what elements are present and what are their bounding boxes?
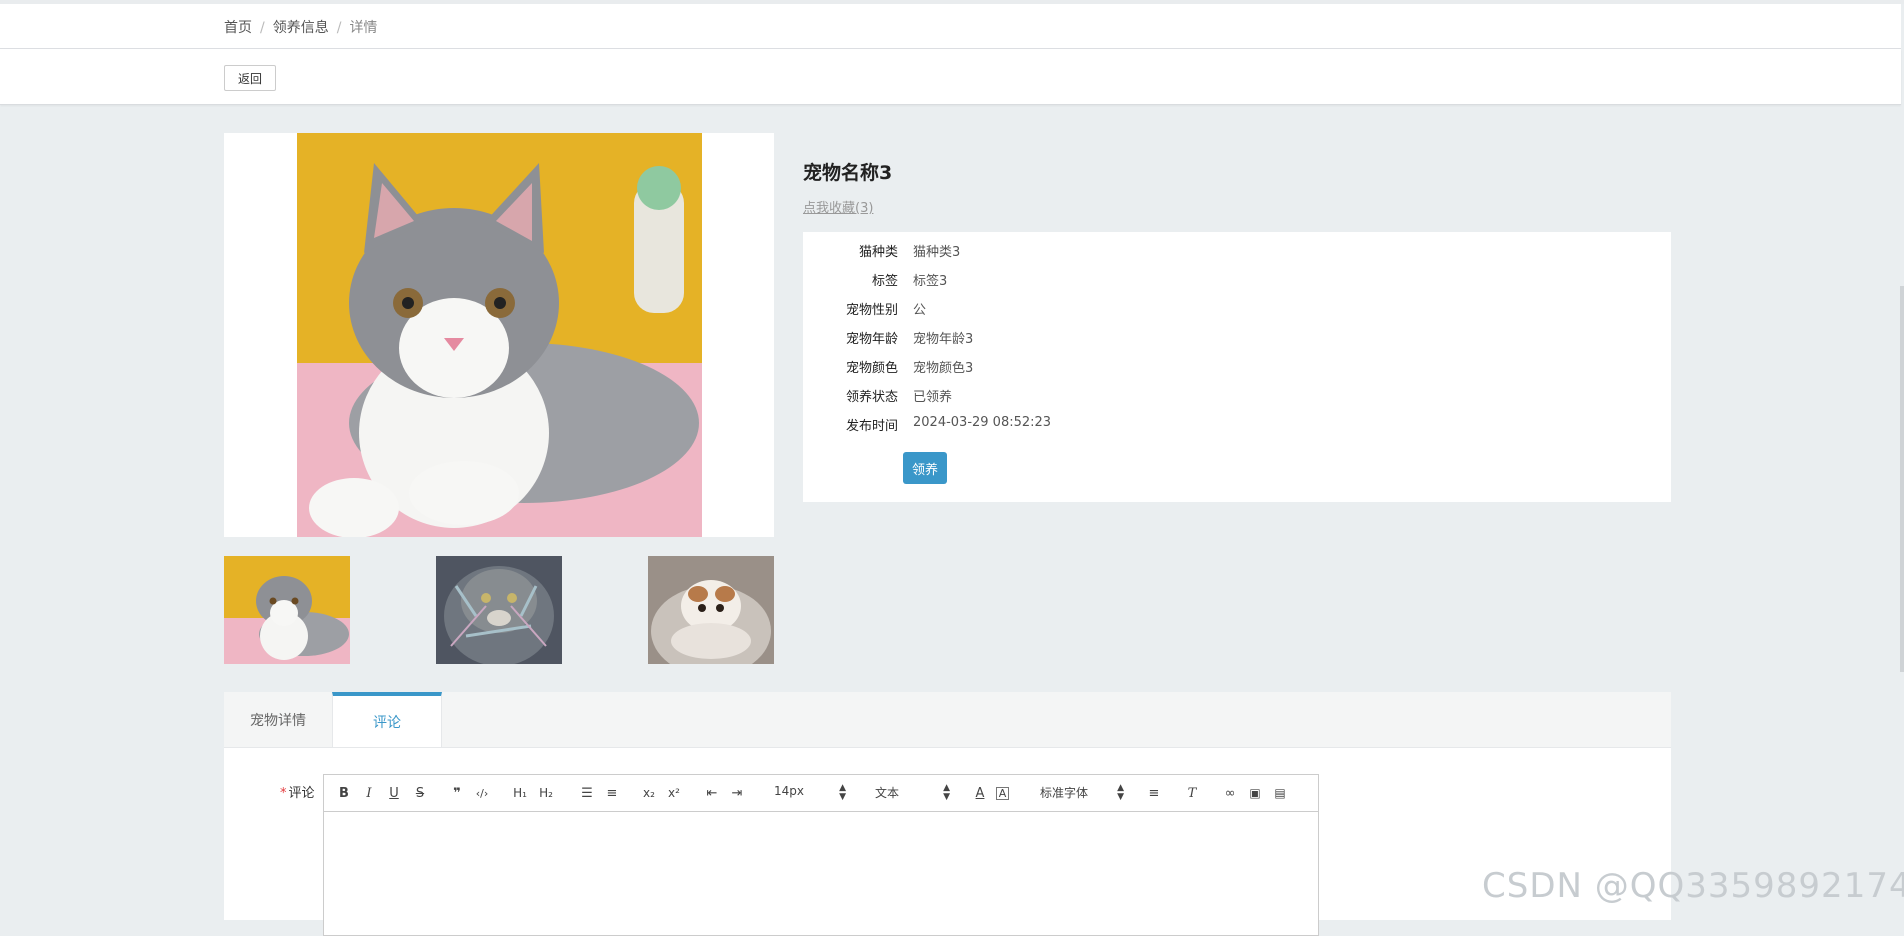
breadcrumb-home[interactable]: 首页: [224, 20, 252, 36]
blockquote-icon[interactable]: ❞: [448, 784, 466, 802]
info-label: 宠物年龄: [845, 332, 898, 347]
breadcrumb-adoption-info[interactable]: 领养信息: [273, 20, 329, 36]
subscript-icon[interactable]: x₂: [640, 784, 658, 802]
bullet-list-icon[interactable]: ≡: [603, 784, 621, 802]
picker-arrows-icon: ▲ ▼: [1117, 783, 1124, 802]
thumbnail-1[interactable]: [224, 556, 350, 664]
info-value: 2024-03-29 08:52:23: [913, 415, 1052, 430]
font-size-value: 14px: [774, 784, 804, 798]
favorite-link[interactable]: 点我收藏(3): [803, 197, 873, 216]
editor-toolbar: B I U S ❞ ‹/› H₁ H₂ ☰ ≡ x₂ x² ⇤ ⇥ 14px ▲…: [324, 775, 1318, 812]
font-family-value: 标准字体: [1040, 786, 1089, 800]
info-label: 领养状态: [845, 390, 898, 405]
superscript-icon[interactable]: x²: [665, 784, 683, 802]
main-pet-image: [224, 133, 774, 537]
info-row-breed: 猫种类 猫种类3: [803, 241, 1671, 261]
font-family-picker[interactable]: 标准字体 ▲ ▼: [1040, 784, 1124, 802]
info-row-publish-time: 发布时间 2024-03-29 08:52:23: [803, 415, 1671, 435]
thumbnail-3[interactable]: [648, 556, 774, 664]
thumbnail-2[interactable]: [436, 556, 562, 664]
picker-arrows-icon: ▲ ▼: [839, 783, 846, 802]
info-value: 宠物年龄3: [913, 332, 974, 347]
code-block-icon[interactable]: ‹/›: [473, 784, 491, 802]
outdent-icon[interactable]: ⇤: [703, 784, 721, 802]
header-value: 文本: [875, 786, 900, 800]
info-value: 公: [913, 303, 927, 318]
info-value: 宠物颜色3: [913, 361, 974, 376]
detail-tabs: 宠物详情 评论: [224, 692, 1671, 748]
pet-title: 宠物名称3: [803, 162, 893, 184]
required-mark: *: [280, 786, 287, 801]
rich-text-editor: B I U S ❞ ‹/› H₁ H₂ ☰ ≡ x₂ x² ⇤ ⇥ 14px ▲…: [323, 774, 1319, 936]
editor-content-area[interactable]: [324, 812, 1318, 935]
picker-arrows-icon: ▲ ▼: [943, 783, 950, 802]
persian-kitten-icon: [648, 556, 774, 664]
tab-pet-details[interactable]: 宠物详情: [224, 692, 332, 747]
info-label: 宠物性别: [845, 303, 898, 318]
indent-icon[interactable]: ⇥: [728, 784, 746, 802]
header1-icon[interactable]: H₁: [510, 784, 530, 802]
comment-label: * 评论: [280, 782, 315, 801]
breadcrumb: 首页 / 领养信息 / 详情: [224, 17, 377, 37]
adopt-button[interactable]: 领养: [903, 452, 947, 484]
breadcrumb-current: 详情: [349, 20, 378, 36]
tab-comments[interactable]: 评论: [332, 692, 442, 747]
back-button[interactable]: 返回: [224, 65, 276, 91]
font-color-icon[interactable]: A: [971, 784, 989, 802]
info-row-color: 宠物颜色 宠物颜色3: [803, 357, 1671, 377]
header-picker[interactable]: 文本 ▲ ▼: [875, 784, 950, 802]
info-value: 猫种类3: [913, 245, 961, 260]
page-scrollbar[interactable]: [1900, 286, 1904, 672]
comment-panel: * 评论 B I U S ❞ ‹/› H₁ H₂ ☰ ≡ x₂ x² ⇤ ⇥ 14…: [224, 748, 1671, 936]
info-row-status: 领养状态 已领养: [803, 386, 1671, 406]
info-value: 标签3: [913, 274, 948, 289]
header2-icon[interactable]: H₂: [536, 784, 556, 802]
info-row-age: 宠物年龄 宠物年龄3: [803, 328, 1671, 348]
breadcrumb-separator: /: [336, 20, 342, 36]
bold-icon[interactable]: B: [335, 784, 353, 802]
background-color-icon[interactable]: A: [996, 787, 1009, 800]
link-icon[interactable]: ∞: [1221, 784, 1239, 802]
info-row-gender: 宠物性别 公: [803, 299, 1671, 319]
info-label: 宠物颜色: [845, 361, 898, 376]
breadcrumb-separator: /: [260, 20, 265, 36]
strike-icon[interactable]: S: [411, 784, 429, 802]
align-icon[interactable]: ≡: [1145, 784, 1163, 802]
font-size-picker[interactable]: 14px ▲ ▼: [774, 784, 846, 802]
ordered-list-icon[interactable]: ☰: [578, 784, 596, 802]
italic-icon[interactable]: I: [360, 784, 378, 802]
breadcrumb-bar: 首页 / 领养信息 / 详情: [0, 4, 1901, 49]
clean-icon[interactable]: T: [1183, 784, 1201, 802]
info-label: 标签: [871, 274, 898, 289]
tabby-cat-icon: [436, 556, 562, 664]
image-icon[interactable]: ▣: [1246, 784, 1264, 802]
gray-white-kitten-icon: [224, 556, 350, 664]
watermark: CSDN @QQ3359892174: [1482, 866, 1904, 906]
pet-info-card: 猫种类 猫种类3 标签 标签3 宠物性别 公 宠物年龄 宠物年龄3 宠物颜色 宠…: [803, 232, 1671, 502]
gray-white-kitten-icon: [224, 133, 774, 537]
underline-icon[interactable]: U: [385, 784, 403, 802]
info-label: 猫种类: [858, 245, 898, 260]
info-row-tag: 标签 标签3: [803, 270, 1671, 290]
info-value: 已领养: [913, 390, 953, 405]
video-icon[interactable]: ▤: [1271, 784, 1289, 802]
action-bar: 返回: [0, 49, 1901, 105]
info-label: 发布时间: [845, 419, 898, 434]
comment-label-text: 评论: [288, 786, 315, 801]
